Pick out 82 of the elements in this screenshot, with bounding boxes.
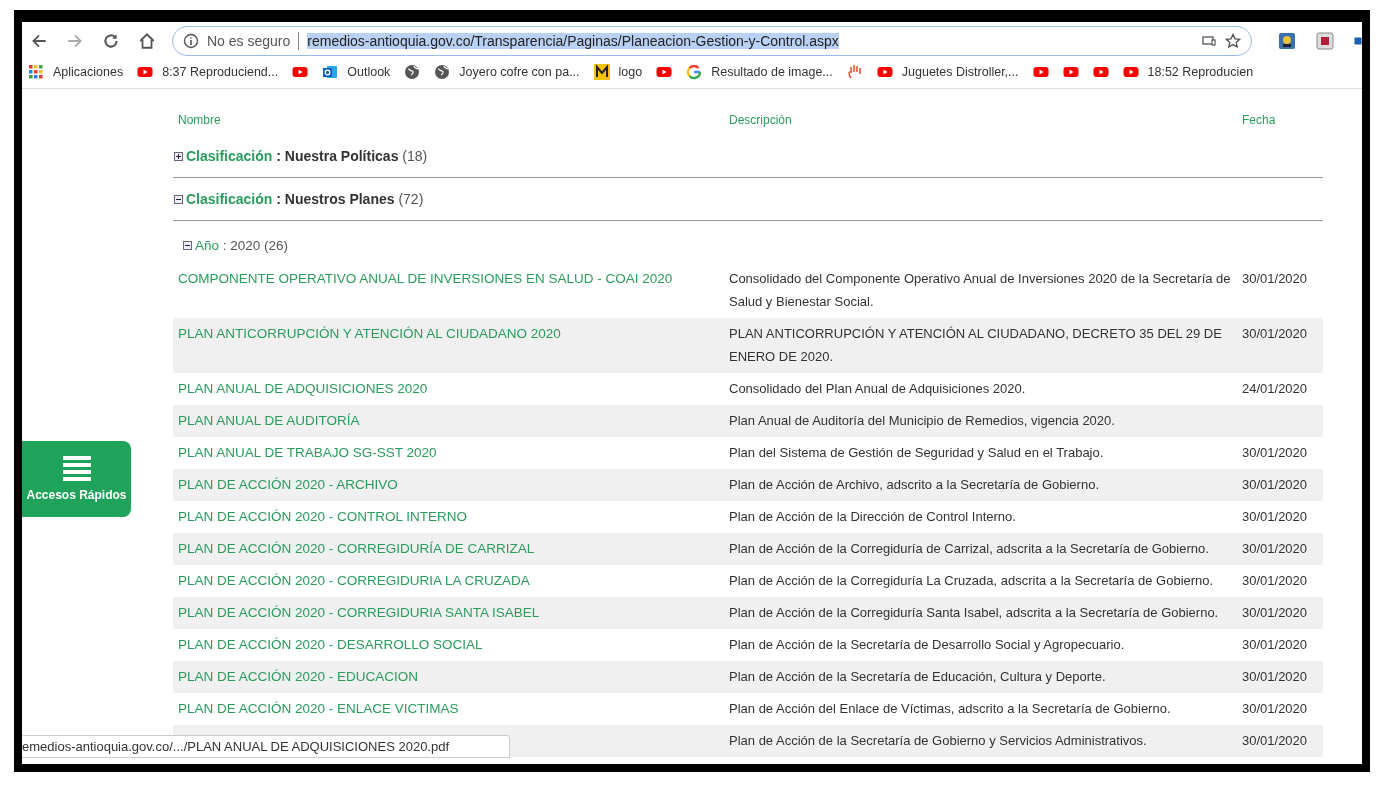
bookmark[interactable]: Aplicaciones (28, 64, 124, 80)
table-cell: Plan Anual de Auditoría del Municipio de Remedios, vigencia 2020. (729, 413, 1115, 428)
table-cell: 30/01/2020 (1242, 541, 1308, 556)
document-link[interactable]: PLAN DE ACCIÓN 2020 - CORREGIDURIA LA CRUZADA (178, 573, 530, 588)
bookmark[interactable]: Resultado de image... (686, 64, 833, 80)
quick-access-button[interactable]: Accesos Rápidos (22, 441, 131, 517)
document-link[interactable]: PLAN DE ACCIÓN 2020 - EDUCACION (178, 669, 419, 684)
video-play-icon[interactable] (1122, 64, 1139, 80)
table-cell: Plan de Acción de la Corregiduría Santa Isabel, adscrita a la Secretaría de Gobierno. (729, 605, 1219, 620)
group-header: Clasificación : Nuestra Políticas (18) (186, 148, 428, 164)
document-link[interactable]: COMPONENTE OPERATIVO ANUAL DE INVERSIONES EN SALUD - COAI 2020 (178, 271, 673, 286)
collapse-icon[interactable] (174, 194, 183, 204)
bookmark[interactable]: Joyero cofre con pa... (434, 64, 580, 80)
document-link[interactable]: PLAN ANUAL DE AUDITORÍA (178, 413, 360, 428)
column-header[interactable]: Fecha (1237, 113, 1323, 127)
extension-icon[interactable] (1316, 32, 1334, 50)
bookmark[interactable]: 8:37 Reproduciend... (137, 64, 279, 80)
table-cell: Plan de Acción de la Corregiduría La Cruzada, adscrita a la Secretaría de Gobierno. (729, 573, 1214, 588)
bookmark[interactable]: Outlook (322, 64, 391, 80)
expand-icon[interactable] (174, 151, 183, 161)
column-header[interactable]: Descripción (726, 113, 1237, 127)
column-header[interactable]: Nombre (173, 113, 726, 127)
table-cell: 30/01/2020 (1242, 326, 1308, 341)
table-cell: 30/01/2020 (1242, 445, 1308, 460)
mail-app-icon[interactable] (322, 64, 339, 80)
table-cell: 30/01/2020 (1242, 701, 1308, 716)
table-cell: Consolidado del Plan Anual de Adquisiciones 2020. (729, 381, 1026, 396)
letter-logo-icon[interactable] (593, 64, 610, 80)
hand-icon[interactable] (846, 64, 863, 80)
document-link[interactable]: PLAN DE ACCIÓN 2020 - ENLACE VICTIMAS (178, 701, 459, 716)
table-cell: PLAN ANTICORRUPCIÓN Y ATENCIÓN AL CIUDADANO, DECRETO 35 DEL 29 DE ENERO DE 2020. (729, 326, 1222, 364)
collapse-icon[interactable] (183, 240, 192, 250)
g-logo-icon[interactable] (686, 64, 703, 80)
table-cell: 30/01/2020 (1242, 637, 1308, 652)
url-text[interactable]: remedios-antioquia.gov.co/Transparencia/Paginas/Planeacion-Gestion-y-Control.aspx (307, 33, 839, 49)
document-link[interactable]: PLAN ANUAL DE ADQUISICIONES 2020 (178, 381, 428, 396)
document-link[interactable]: PLAN ANTICORRUPCIÓN Y ATENCIÓN AL CIUDADANO 2020 (178, 326, 561, 341)
extension-icon[interactable] (1278, 32, 1296, 50)
document-link[interactable]: PLAN DE ACCIÓN 2020 - CORREGIDURIA SANTA ISABEL (178, 605, 540, 620)
video-play-icon[interactable] (1092, 64, 1109, 80)
table-cell: 30/01/2020 (1242, 605, 1308, 620)
star-icon[interactable] (1225, 33, 1241, 49)
bookmark[interactable]: Juguetes Distroller,... (876, 64, 1019, 80)
table-cell: Plan de Acción de la Secretaría de Gobierno y Servicios Administrativos. (729, 733, 1147, 748)
video-play-icon[interactable] (876, 64, 893, 80)
video-play-icon[interactable] (292, 64, 309, 80)
info-icon[interactable] (183, 33, 199, 49)
group-header: Año : 2020 (26) (195, 237, 289, 253)
table-cell: Plan de Acción de la Secretaría de Desarrollo Social y Agropecuario. (729, 637, 1125, 652)
document-link[interactable]: PLAN DE ACCIÓN 2020 - CONTROL INTERNO (178, 509, 468, 524)
table-cell: Consolidado del Componente Operativo Anual de Inversiones 2020 de la Secretaría de Salud y Bienestar Social. (729, 271, 1231, 309)
table-cell: Plan de Acción de Archivo, adscrito a la Secretaría de Gobierno. (729, 477, 1099, 492)
document-link[interactable]: PLAN DE ACCIÓN 2020 - ARCHIVO (178, 477, 398, 492)
video-play-icon[interactable] (1032, 64, 1049, 80)
video-play-icon[interactable] (1062, 64, 1079, 80)
group-header: Clasificación : Nuestros Planes (72) (186, 191, 424, 207)
globe-icon[interactable] (434, 64, 451, 80)
document-link[interactable]: PLAN DE ACCIÓN 2020 - DESARROLLO SOCIAL (178, 637, 483, 652)
table-cell: 30/01/2020 (1242, 271, 1308, 286)
document-link[interactable]: PLAN ANUAL DE TRABAJO SG-SST 2020 (178, 445, 437, 460)
bookmark[interactable]: logo (593, 64, 643, 80)
video-play-icon[interactable] (656, 64, 673, 80)
cast-icon[interactable] (1201, 33, 1217, 49)
table-cell: Plan del Sistema de Gestión de Seguridad y Salud en el Trabajo. (729, 445, 1104, 460)
globe-icon[interactable] (404, 64, 421, 80)
security-label: No es seguro (207, 33, 291, 49)
table-cell: 30/01/2020 (1242, 573, 1308, 588)
table-cell: Plan de Acción de la Corregiduría de Carrizal, adscrita a la Secretaría de Gobierno. (729, 541, 1209, 556)
table-cell: 30/01/2020 (1242, 669, 1308, 684)
apps-grid-icon[interactable] (28, 64, 44, 80)
table-cell: Plan de Acción de la Dirección de Control Interno. (729, 509, 1016, 524)
table-cell: 24/01/2020 (1242, 381, 1308, 396)
table-cell: 30/01/2020 (1242, 733, 1308, 748)
table-cell: 30/01/2020 (1242, 509, 1308, 524)
status-url: emedios-antioquia.gov.co/.../PLAN ANUAL DE ADQUISICIONES 2020.pdf (22, 735, 511, 758)
table-cell: Plan de Acción del Enlace de Víctimas, adscrito a la Secretaría de Gobierno. (729, 701, 1171, 716)
table-cell: Plan de Acción de la Secretaría de Educación, Cultura y Deporte. (729, 669, 1106, 684)
bookmark[interactable]: 18:52 Reproducien (1122, 64, 1254, 80)
hamburger-menu-icon (62, 456, 91, 482)
video-play-icon[interactable] (137, 64, 154, 80)
table-cell: 30/01/2020 (1242, 477, 1308, 492)
document-link[interactable]: PLAN DE ACCIÓN 2020 - CORREGIDURÍA DE CARRIZAL (178, 541, 535, 556)
